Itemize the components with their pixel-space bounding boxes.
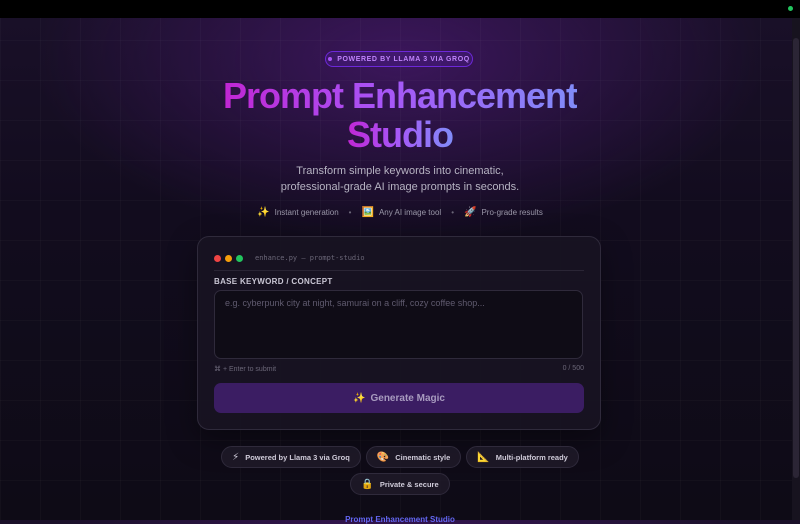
- lock-icon: 🔒: [361, 478, 374, 490]
- feature-pro-grade: 🚀 Pro-grade results: [464, 207, 543, 218]
- sparkles-icon: ✨: [257, 206, 270, 218]
- status-dot: [788, 6, 793, 11]
- sparkles-icon: ✨: [353, 392, 366, 404]
- powered-by-badge: POWERED BY LLAMA 3 VIA GROQ: [325, 51, 473, 67]
- chip-private-secure: 🔒 Private & secure: [350, 473, 450, 495]
- lightning-icon: ⚡: [232, 451, 240, 463]
- feature-list: ✨ Instant generation • 🖼️ Any AI image t…: [150, 205, 650, 219]
- editor-filename: enhance.py — prompt-studio: [255, 254, 365, 262]
- keyword-field-label: BASE KEYWORD / CONCEPT: [214, 277, 333, 286]
- page-title: Prompt Enhancement Studio: [150, 76, 650, 154]
- scrollbar-thumb[interactable]: [793, 38, 799, 478]
- palette-icon: 🎨: [376, 451, 390, 463]
- editor-divider: [214, 270, 584, 271]
- feature-separator: •: [348, 207, 352, 217]
- scrollbar[interactable]: [792, 18, 800, 520]
- editor-window-header: enhance.py — prompt-studio: [214, 252, 584, 264]
- badge-dot-icon: [328, 57, 333, 61]
- top-bar: [0, 0, 800, 18]
- prompt-editor-card: enhance.py — prompt-studio BASE KEYWORD …: [197, 236, 601, 430]
- window-close-dot-icon: [214, 254, 221, 262]
- chip-powered-by: ⚡ Powered by Llama 3 via Groq: [221, 446, 361, 468]
- chip-label: Cinematic style: [395, 452, 451, 462]
- triangle-ruler-icon: 📐: [477, 451, 490, 463]
- title-line-1: Prompt Enhancement: [222, 75, 578, 116]
- page-subtitle: Transform simple keywords into cinematic…: [280, 165, 520, 193]
- character-counter: 0 / 500: [562, 365, 584, 372]
- chip-cinematic-style: 🎨 Cinematic style: [365, 446, 462, 468]
- window-minimize-dot-icon: [225, 254, 232, 262]
- window-maximize-dot-icon: [236, 254, 243, 262]
- generate-magic-button[interactable]: ✨ Generate Magic: [214, 383, 584, 413]
- feature-instant-generation: ✨ Instant generation: [257, 207, 339, 218]
- title-line-2: Studio: [347, 114, 454, 155]
- generate-button-label: Generate Magic: [370, 392, 445, 404]
- feature-label: Any AI image tool: [378, 207, 442, 217]
- chip-multi-platform: 📐 Multi-platform ready: [466, 446, 579, 468]
- chip-label: Multi-platform ready: [495, 452, 568, 462]
- feature-any-ai-tool: 🖼️ Any AI image tool: [361, 207, 441, 218]
- chip-label: Private & secure: [379, 479, 439, 489]
- feature-label: Instant generation: [274, 207, 339, 217]
- picture-icon: 🖼️: [361, 206, 374, 218]
- submit-shortcut-hint: ⌘ + Enter to submit: [214, 366, 277, 373]
- chip-label: Powered by Llama 3 via Groq: [245, 452, 350, 462]
- keyword-input[interactable]: e.g. cyberpunk city at night, samurai on…: [214, 290, 583, 359]
- rocket-icon: 🚀: [464, 206, 477, 218]
- badge-label: POWERED BY LLAMA 3 VIA GROQ: [337, 55, 470, 63]
- feature-separator: •: [451, 207, 455, 217]
- feature-chips: ⚡ Powered by Llama 3 via Groq 🎨 Cinemati…: [180, 446, 620, 495]
- feature-label: Pro-grade results: [481, 207, 543, 217]
